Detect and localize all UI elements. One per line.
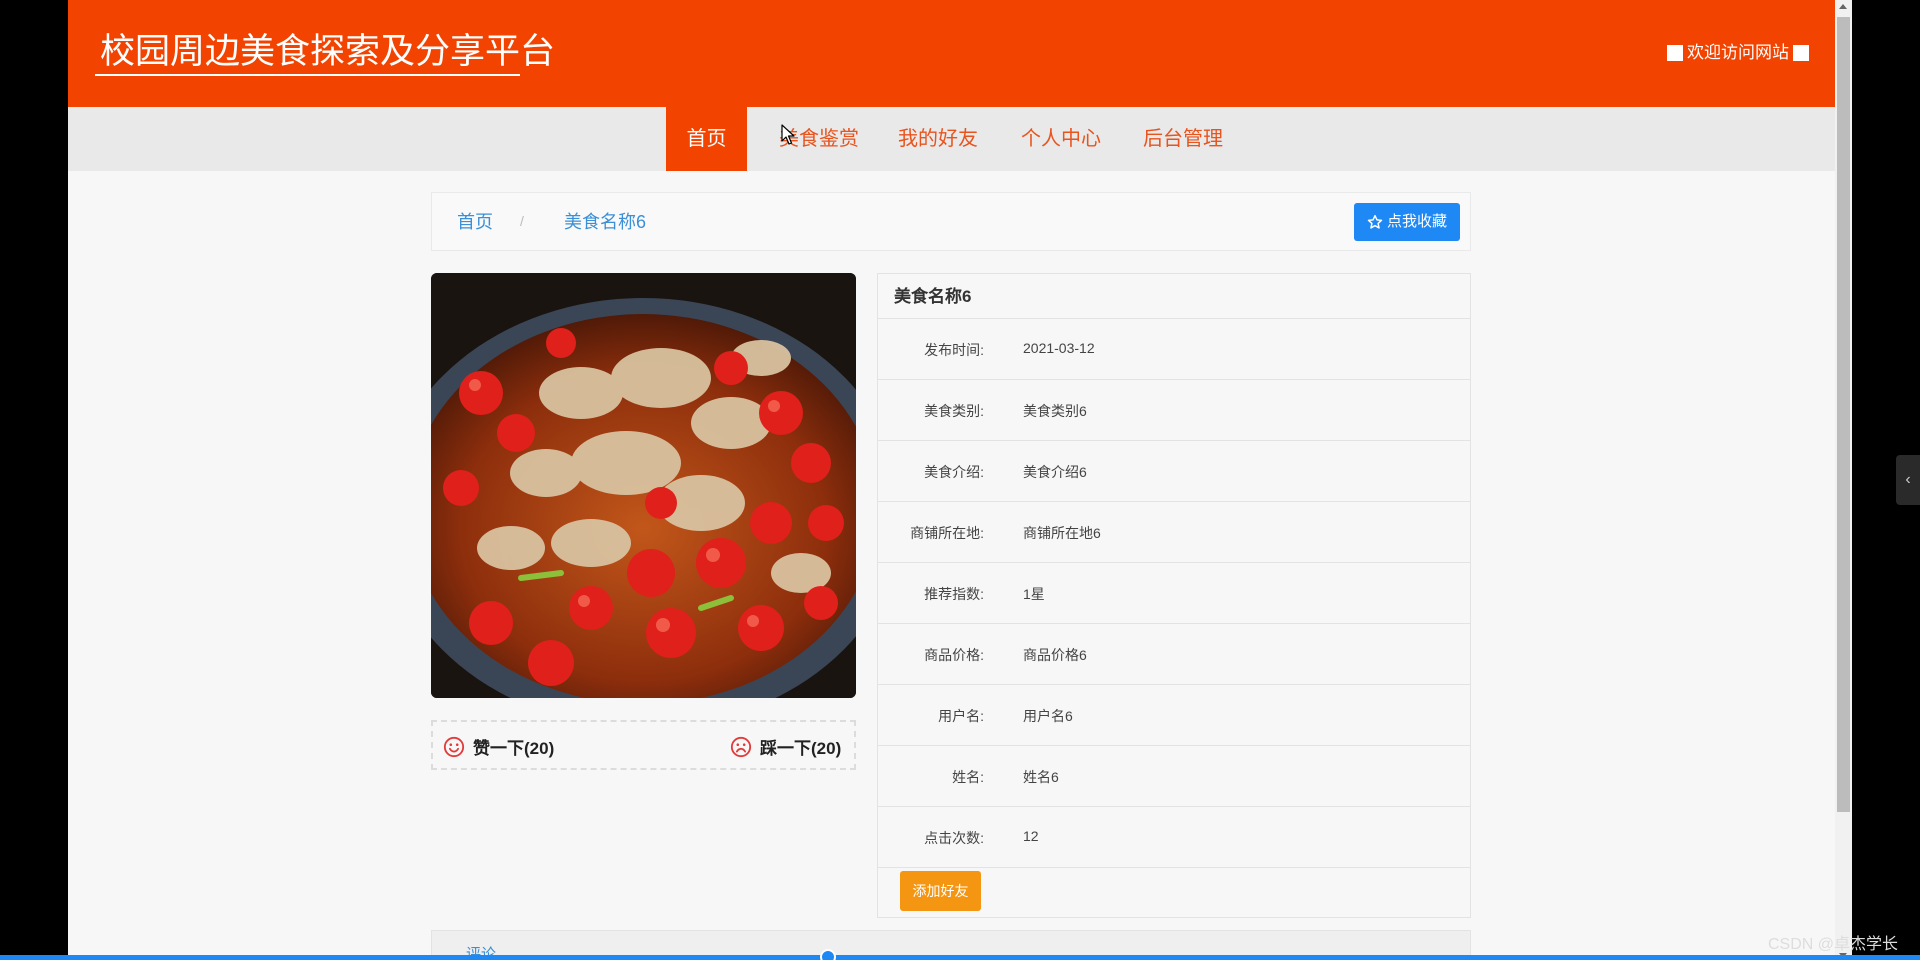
detail-value: 美食类别6 [1023, 403, 1087, 419]
detail-row: 姓名: 姓名6 [878, 746, 1470, 807]
detail-value: 用户名6 [1023, 708, 1073, 724]
star-icon [1367, 214, 1383, 229]
dislike-button[interactable]: 踩一下(20) [730, 734, 841, 759]
frown-icon [730, 736, 752, 757]
detail-value: 商品价格6 [1023, 647, 1087, 663]
detail-row: 点击次数: 12 [878, 807, 1470, 868]
nav-item-admin[interactable]: 后台管理 [1128, 107, 1238, 171]
nav-item-personal-center[interactable]: 个人中心 [1006, 107, 1116, 171]
detail-value: 商铺所在地6 [1023, 525, 1101, 541]
title-underline [95, 74, 520, 76]
scrollbar-thumb[interactable] [1837, 17, 1850, 812]
watermark: CSDN @卓杰学长 [1768, 936, 1899, 953]
detail-value: 1星 [1023, 586, 1045, 602]
detail-row: 商品价格: 商品价格6 [878, 624, 1470, 685]
dislike-label: 踩一下(20) [760, 739, 842, 758]
scroll-up-arrow-icon[interactable] [1839, 4, 1847, 9]
like-button[interactable]: 赞一下(20) [443, 734, 554, 759]
detail-label: 推荐指数: [924, 586, 984, 602]
food-detail-panel: 美食名称6 发布时间: 2021-03-12 美食类别: 美食类别6 美食介绍: 美食… [877, 273, 1471, 918]
detail-label: 美食介绍: [924, 464, 984, 480]
favorite-button[interactable]: 点我收藏 [1353, 203, 1460, 241]
add-friend-button[interactable]: 添加好友 [900, 871, 981, 911]
mouse-cursor-icon [781, 124, 795, 145]
detail-label: 发布时间: [924, 342, 984, 358]
detail-row: 美食介绍: 美食介绍6 [878, 441, 1470, 502]
breadcrumb-separator: / [520, 213, 524, 229]
chevron-left-icon: ‹ [1905, 471, 1911, 488]
smile-icon [443, 736, 465, 757]
progress-bar[interactable] [0, 955, 1920, 960]
side-panel-toggle[interactable]: ‹ [1896, 455, 1920, 505]
detail-label: 商铺所在地: [910, 525, 984, 541]
page: 校园周边美食探索及分享平台 欢迎访问网站 首页 美食鉴赏 我的好友 个人中心 后… [68, 0, 1835, 960]
square-icon [1793, 45, 1809, 61]
detail-row: 用户名: 用户名6 [878, 685, 1470, 746]
nav-item-my-friends[interactable]: 我的好友 [883, 107, 993, 171]
detail-value: 美食介绍6 [1023, 464, 1087, 480]
vote-box: 赞一下(20) 踩一下(20) [431, 720, 856, 770]
square-icon [1667, 45, 1683, 61]
detail-row: 美食类别: 美食类别6 [878, 380, 1470, 441]
breadcrumb-current[interactable]: 美食名称6 [564, 211, 646, 233]
detail-label: 美食类别: [924, 403, 984, 419]
progress-handle[interactable] [820, 949, 836, 960]
detail-row: 推荐指数: 1星 [878, 563, 1470, 624]
welcome-banner: 欢迎访问网站 [1663, 42, 1813, 64]
detail-row: 发布时间: 2021-03-12 [878, 319, 1470, 380]
detail-label: 用户名: [938, 708, 984, 724]
breadcrumb-home[interactable]: 首页 [457, 211, 493, 233]
detail-label: 商品价格: [924, 647, 984, 663]
main-nav: 首页 美食鉴赏 我的好友 个人中心 后台管理 [68, 107, 1835, 171]
detail-label: 点击次数: [924, 830, 984, 846]
detail-title: 美食名称6 [878, 274, 1470, 319]
detail-row: 商铺所在地: 商铺所在地6 [878, 502, 1470, 563]
site-title[interactable]: 校园周边美食探索及分享平台 [100, 30, 555, 74]
detail-value: 姓名6 [1023, 769, 1059, 785]
welcome-text: 欢迎访问网站 [1687, 43, 1789, 62]
breadcrumb: 首页 / 美食名称6 点我收藏 [431, 192, 1471, 251]
food-image [431, 273, 856, 698]
detail-value: 2021-03-12 [1023, 340, 1095, 356]
favorite-button-label: 点我收藏 [1386, 213, 1447, 230]
like-label: 赞一下(20) [473, 739, 555, 758]
page-scrollbar[interactable] [1835, 0, 1852, 960]
detail-value: 12 [1023, 828, 1039, 844]
detail-label: 姓名: [952, 769, 984, 785]
nav-item-home[interactable]: 首页 [666, 107, 747, 171]
site-header: 校园周边美食探索及分享平台 欢迎访问网站 [68, 0, 1835, 107]
